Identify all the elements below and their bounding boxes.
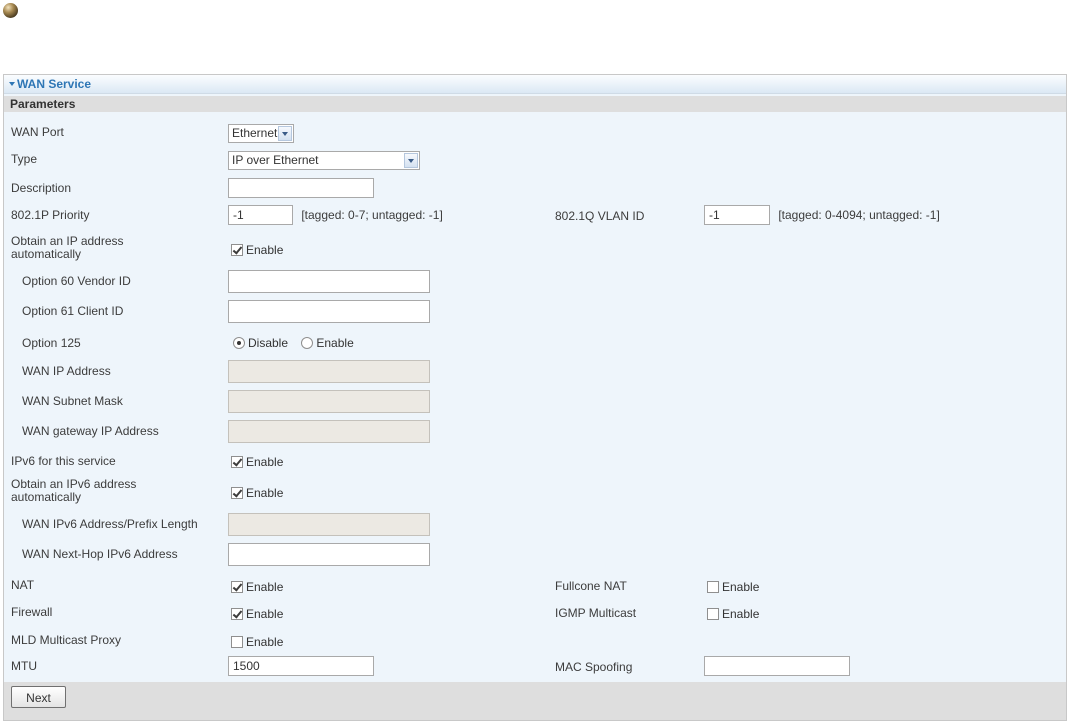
row-priority-vlan: 802.1P Priority [tagged: 0-7; untagged: … bbox=[4, 204, 1066, 228]
mtu-input[interactable] bbox=[228, 656, 374, 676]
row-option125: Option 125 Disable Enable bbox=[4, 331, 1066, 355]
nat-enable-label: Enable bbox=[246, 580, 284, 594]
row-wan-mask: WAN Subnet Mask bbox=[4, 389, 1066, 415]
type-selected-value: IP over Ethernet bbox=[232, 153, 319, 167]
chevron-down-icon[interactable] bbox=[404, 153, 418, 168]
next-button[interactable]: Next bbox=[11, 686, 66, 708]
wan-service-panel: WAN Service Parameters WAN Port Ethernet… bbox=[3, 74, 1067, 721]
mac-spoofing-label: MAC Spoofing bbox=[555, 660, 633, 674]
priority-input[interactable] bbox=[228, 205, 293, 225]
igmp-checkbox[interactable] bbox=[707, 608, 719, 620]
panel-header[interactable]: WAN Service bbox=[4, 75, 1066, 94]
obtain-ip-label: Obtain an IP address automatically bbox=[11, 235, 124, 261]
obtain-ipv6-label: Obtain an IPv6 address automatically bbox=[11, 478, 136, 504]
wan-mask-label: WAN Subnet Mask bbox=[22, 394, 123, 408]
option125-enable-label: Enable bbox=[316, 336, 354, 350]
priority-hint: [tagged: 0-7; untagged: -1] bbox=[301, 208, 443, 222]
igmp-enable-label: Enable bbox=[722, 607, 760, 621]
wan-mask-input[interactable] bbox=[228, 390, 430, 413]
ipv6-service-enable-label: Enable bbox=[246, 455, 284, 469]
mld-checkbox[interactable] bbox=[231, 636, 243, 648]
wan-gateway-label: WAN gateway IP Address bbox=[22, 424, 159, 438]
row-mtu: MTU MAC Spoofing bbox=[4, 655, 1066, 679]
wan-gateway-input[interactable] bbox=[228, 420, 430, 443]
row-ipv6-prefix: WAN IPv6 Address/Prefix Length bbox=[4, 512, 1066, 538]
option60-label: Option 60 Vendor ID bbox=[22, 274, 131, 288]
button-bar: Next bbox=[4, 682, 1066, 720]
parameters-section-title: Parameters bbox=[4, 96, 1066, 112]
priority-label: 802.1P Priority bbox=[11, 208, 90, 222]
mtu-label: MTU bbox=[11, 659, 37, 673]
panel-title: WAN Service bbox=[17, 77, 92, 91]
row-ipv6-service: IPv6 for this service Enable bbox=[4, 450, 1066, 474]
wan-ip-input[interactable] bbox=[228, 360, 430, 383]
vlan-hint: [tagged: 0-4094; untagged: -1] bbox=[778, 208, 940, 222]
option125-disable-radio[interactable] bbox=[233, 337, 245, 349]
bullet-icon bbox=[3, 3, 18, 18]
row-option60: Option 60 Vendor ID bbox=[4, 269, 1066, 295]
obtain-ipv6-label-line1: Obtain an IPv6 address bbox=[11, 477, 137, 491]
obtain-ip-label-line2: automatically bbox=[11, 247, 82, 261]
row-obtain-ipv6: Obtain an IPv6 address automatically Enab… bbox=[4, 477, 1066, 507]
obtain-ip-checkbox[interactable] bbox=[231, 244, 243, 256]
row-nat: NAT Enable Fullcone NAT Enable bbox=[4, 574, 1066, 598]
obtain-ip-enable-label: Enable bbox=[246, 243, 284, 257]
option61-label: Option 61 Client ID bbox=[22, 304, 124, 318]
mac-spoofing-input[interactable] bbox=[704, 656, 850, 676]
firewall-enable-label: Enable bbox=[246, 607, 284, 621]
firewall-checkbox[interactable] bbox=[231, 608, 243, 620]
obtain-ipv6-label-line2: automatically bbox=[11, 490, 82, 504]
option61-input[interactable] bbox=[228, 300, 430, 323]
chevron-down-icon[interactable] bbox=[278, 126, 292, 141]
ipv6-nexthop-label: WAN Next-Hop IPv6 Address bbox=[22, 547, 178, 561]
row-firewall: Firewall Enable IGMP Multicast Enable bbox=[4, 601, 1066, 625]
nat-label: NAT bbox=[11, 578, 35, 592]
ipv6-nexthop-input[interactable] bbox=[228, 543, 430, 566]
option125-enable-radio[interactable] bbox=[301, 337, 314, 349]
row-description: Description bbox=[4, 177, 1066, 201]
row-wan-port: WAN Port Ethernet bbox=[4, 122, 1066, 144]
fullcone-nat-checkbox[interactable] bbox=[707, 581, 719, 593]
mld-enable-label: Enable bbox=[246, 635, 284, 649]
description-label: Description bbox=[11, 181, 72, 195]
obtain-ipv6-enable-label: Enable bbox=[246, 486, 284, 500]
wan-ip-label: WAN IP Address bbox=[22, 364, 111, 378]
row-option61: Option 61 Client ID bbox=[4, 299, 1066, 325]
obtain-ip-label-line1: Obtain an IP address bbox=[11, 234, 124, 248]
firewall-label: Firewall bbox=[11, 605, 53, 619]
collapse-triangle-icon[interactable] bbox=[9, 82, 15, 86]
row-obtain-ip: Obtain an IP address automatically Enable bbox=[4, 233, 1066, 263]
obtain-ipv6-checkbox[interactable] bbox=[231, 487, 243, 499]
option125-disable-label: Disable bbox=[248, 336, 289, 350]
wan-port-selected-value: Ethernet bbox=[232, 126, 278, 140]
row-wan-gateway: WAN gateway IP Address bbox=[4, 419, 1066, 445]
option125-label: Option 125 bbox=[22, 336, 81, 350]
fullcone-nat-enable-label: Enable bbox=[722, 580, 760, 594]
row-ipv6-nexthop: WAN Next-Hop IPv6 Address bbox=[4, 542, 1066, 568]
ipv6-service-label: IPv6 for this service bbox=[11, 454, 116, 468]
igmp-label: IGMP Multicast bbox=[555, 606, 637, 620]
row-wan-ip: WAN IP Address bbox=[4, 359, 1066, 385]
ipv6-prefix-label: WAN IPv6 Address/Prefix Length bbox=[22, 517, 198, 531]
vlan-input[interactable] bbox=[704, 205, 770, 225]
ipv6-service-checkbox[interactable] bbox=[231, 456, 243, 468]
type-label: Type bbox=[11, 152, 38, 166]
wan-port-select[interactable]: Ethernet bbox=[228, 124, 294, 143]
option60-input[interactable] bbox=[228, 270, 430, 293]
type-select[interactable]: IP over Ethernet bbox=[228, 151, 420, 170]
nat-checkbox[interactable] bbox=[231, 581, 243, 593]
mld-label: MLD Multicast Proxy bbox=[11, 633, 122, 647]
fullcone-nat-label: Fullcone NAT bbox=[555, 579, 627, 593]
row-type: Type IP over Ethernet bbox=[4, 149, 1066, 171]
row-mld: MLD Multicast Proxy Enable bbox=[4, 629, 1066, 653]
description-input[interactable] bbox=[228, 178, 374, 198]
ipv6-prefix-input[interactable] bbox=[228, 513, 430, 536]
wan-port-label: WAN Port bbox=[11, 125, 64, 139]
vlan-label: 802.1Q VLAN ID bbox=[555, 209, 645, 223]
